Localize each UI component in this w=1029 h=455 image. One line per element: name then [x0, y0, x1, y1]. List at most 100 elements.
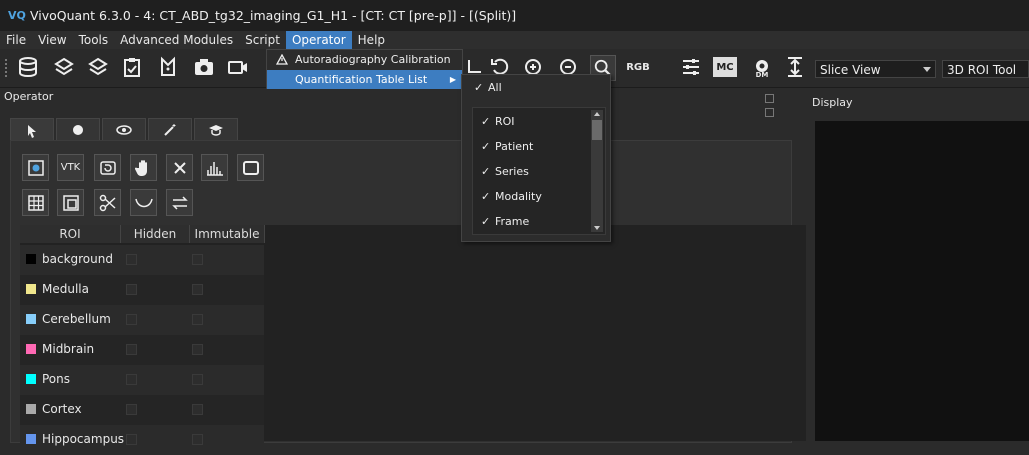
roi-name: Medulla	[42, 282, 89, 296]
cursor-icon	[28, 124, 36, 138]
close-panel-icon[interactable]	[765, 108, 774, 117]
roi-table-header: ROI Hidden Immutable	[20, 225, 265, 243]
table-row[interactable]: Midbrain	[20, 335, 264, 365]
immutable-checkbox[interactable]	[192, 434, 203, 445]
vertical-expand-icon[interactable]	[783, 55, 807, 79]
toolbar-grip[interactable]	[5, 59, 10, 77]
menu-file[interactable]: File	[0, 31, 32, 49]
layers-icon[interactable]	[52, 55, 76, 79]
hidden-checkbox[interactable]	[126, 254, 137, 265]
menu-advanced-modules[interactable]: Advanced Modules	[114, 31, 239, 49]
immutable-checkbox[interactable]	[192, 374, 203, 385]
roi-name: Hippocampus	[42, 432, 125, 446]
column-header-roi[interactable]: ROI	[20, 225, 121, 243]
scroll-down-icon[interactable]	[594, 226, 600, 230]
roi-color-swatch[interactable]	[26, 284, 36, 294]
slice-view-select[interactable]: Slice View	[815, 60, 936, 78]
curve-button[interactable]	[130, 189, 157, 216]
scrollbar-thumb[interactable]	[592, 120, 602, 140]
table-row[interactable]: Hippocampus	[20, 425, 264, 455]
table-row[interactable]: Cortex	[20, 395, 264, 425]
menu-help[interactable]: Help	[352, 31, 391, 49]
menu-script[interactable]: Script	[239, 31, 286, 49]
column-header-hidden[interactable]: Hidden	[121, 225, 190, 243]
roi-color-swatch[interactable]	[26, 404, 36, 414]
roi-color-swatch[interactable]	[26, 254, 36, 264]
column-checkbox-patient[interactable]: ✓ Patient	[481, 140, 533, 153]
warning-triangle-icon	[276, 54, 288, 65]
undo-button[interactable]	[94, 154, 121, 181]
menu-item-label: Autoradiography Calibration	[295, 53, 451, 66]
tab-graduation[interactable]	[194, 118, 238, 141]
dm-label: DM	[755, 71, 769, 79]
hidden-checkbox[interactable]	[126, 374, 137, 385]
hidden-checkbox[interactable]	[126, 434, 137, 445]
hidden-checkbox[interactable]	[126, 404, 137, 415]
table-row[interactable]: background	[20, 245, 264, 275]
roi-color-swatch[interactable]	[26, 374, 36, 384]
roi-table: ROI Hidden Immutable background Medulla Ce…	[20, 225, 806, 455]
roi-color-swatch[interactable]	[26, 344, 36, 354]
immutable-checkbox[interactable]	[192, 314, 203, 325]
immutable-checkbox[interactable]	[192, 254, 203, 265]
roi-color-swatch[interactable]	[26, 314, 36, 324]
roi-name: Midbrain	[42, 342, 95, 356]
sliders-icon[interactable]	[679, 55, 703, 79]
menu-tools[interactable]: Tools	[73, 31, 115, 49]
menu-operator[interactable]: Operator	[285, 31, 352, 49]
column-checkbox-frame[interactable]: ✓ Frame	[481, 215, 529, 228]
histogram-button[interactable]	[201, 154, 228, 181]
camera-icon[interactable]	[192, 55, 216, 79]
table-row[interactable]: Pons	[20, 365, 264, 395]
column-header-immutable[interactable]: Immutable	[190, 225, 265, 243]
scroll-up-icon[interactable]	[594, 112, 600, 116]
immutable-checkbox[interactable]	[192, 404, 203, 415]
tuxedo-icon[interactable]	[156, 55, 180, 79]
column-checkbox-series[interactable]: ✓ Series	[481, 165, 529, 178]
roi-color-swatch[interactable]	[26, 434, 36, 444]
database-icon[interactable]	[16, 55, 40, 79]
check-icon: ✓	[474, 81, 484, 94]
tab-magic-wand[interactable]	[148, 118, 192, 141]
immutable-checkbox[interactable]	[192, 284, 203, 295]
hidden-checkbox[interactable]	[126, 314, 137, 325]
hidden-checkbox[interactable]	[126, 284, 137, 295]
scissors-button[interactable]	[94, 189, 121, 216]
display-viewport[interactable]	[815, 121, 1029, 441]
immutable-checkbox[interactable]	[192, 344, 203, 355]
delete-button[interactable]	[166, 154, 193, 181]
title-bar: VQ VivoQuant 6.3.0 - 4: CT_ABD_tg32_imag…	[0, 0, 1029, 31]
slice-view-value: Slice View	[820, 63, 881, 77]
menu-item-quantification-table-list[interactable]: Quantification Table List ▶	[267, 70, 462, 89]
hidden-checkbox[interactable]	[126, 344, 137, 355]
layers-add-icon[interactable]	[86, 55, 110, 79]
swap-button[interactable]	[166, 189, 193, 216]
video-camera-icon[interactable]	[226, 55, 250, 79]
tab-circle[interactable]	[56, 118, 100, 141]
pan-button[interactable]	[130, 154, 157, 181]
column-checkbox-roi[interactable]: ✓ ROI	[481, 115, 515, 128]
calculator-button[interactable]	[22, 189, 49, 216]
rectangle-button[interactable]	[237, 154, 264, 181]
tab-eye[interactable]	[102, 118, 146, 141]
roi-tool-select[interactable]: 3D ROI Tool	[942, 60, 1029, 78]
table-row[interactable]: Medulla	[20, 275, 264, 305]
scrollbar[interactable]	[591, 110, 603, 232]
vtk-button[interactable]: VTK	[57, 154, 84, 181]
load-roi-button[interactable]	[22, 154, 49, 181]
scissors-icon	[99, 194, 116, 211]
all-label: All	[488, 81, 502, 94]
column-checkbox-modality[interactable]: ✓ Modality	[481, 190, 542, 203]
float-panel-icon[interactable]	[765, 94, 774, 103]
tab-pointer[interactable]	[10, 118, 54, 142]
checkbox-all[interactable]: ✓ All	[474, 81, 502, 94]
close-icon	[173, 161, 186, 174]
menu-item-autoradiography-calibration[interactable]: Autoradiography Calibration	[267, 50, 462, 69]
mc-icon[interactable]: MC	[713, 57, 737, 77]
layout-button[interactable]	[57, 189, 84, 216]
roi-name: background	[42, 252, 113, 266]
rgb-icon[interactable]: RGB	[626, 55, 650, 79]
menu-view[interactable]: View	[32, 31, 72, 49]
table-row[interactable]: Cerebellum	[20, 305, 264, 335]
clipboard-check-icon[interactable]	[120, 55, 144, 79]
